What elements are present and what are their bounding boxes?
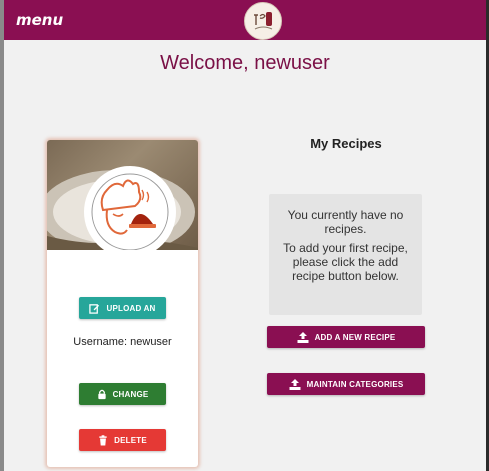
profile-image xyxy=(47,140,198,250)
add-recipe-label: ADD A NEW RECIPE xyxy=(314,332,396,342)
change-password-button[interactable]: CHANGE xyxy=(79,383,166,405)
upload-button-label: UPLOAD AN xyxy=(106,303,156,313)
upload-image-button[interactable]: UPLOAD AN xyxy=(79,297,166,319)
edit-icon xyxy=(89,303,100,314)
username-text: Username: newuser xyxy=(73,336,172,348)
lock-icon xyxy=(97,389,106,399)
upload-icon xyxy=(289,378,301,390)
maintain-categories-label: MAINTAIN CATEGORIES xyxy=(306,379,404,389)
notice-line-2: To add your first recipe, please click t… xyxy=(283,241,408,283)
top-navbar: menu xyxy=(4,0,486,40)
upload-icon xyxy=(297,331,309,343)
notice-line-1: You currently have no recipes. xyxy=(287,208,404,236)
no-recipes-notice: You currently have no recipes. To add yo… xyxy=(269,194,422,315)
food-blog-logo-icon[interactable] xyxy=(244,2,282,40)
trash-icon xyxy=(99,434,107,446)
welcome-heading: Welcome, newuser xyxy=(160,52,330,74)
profile-card: UPLOAD AN Username: newuser CHANGE DELET… xyxy=(47,140,198,467)
delete-button-label: DELETE xyxy=(114,435,147,445)
my-recipes-heading: My Recipes xyxy=(310,136,382,151)
maintain-categories-button[interactable]: MAINTAIN CATEGORIES xyxy=(267,373,425,395)
menu-button[interactable]: menu xyxy=(16,11,63,29)
change-button-label: CHANGE xyxy=(112,389,149,399)
chef-avatar-icon xyxy=(47,166,198,250)
delete-account-button[interactable]: DELETE xyxy=(79,429,166,451)
add-recipe-button[interactable]: ADD A NEW RECIPE xyxy=(267,326,425,348)
